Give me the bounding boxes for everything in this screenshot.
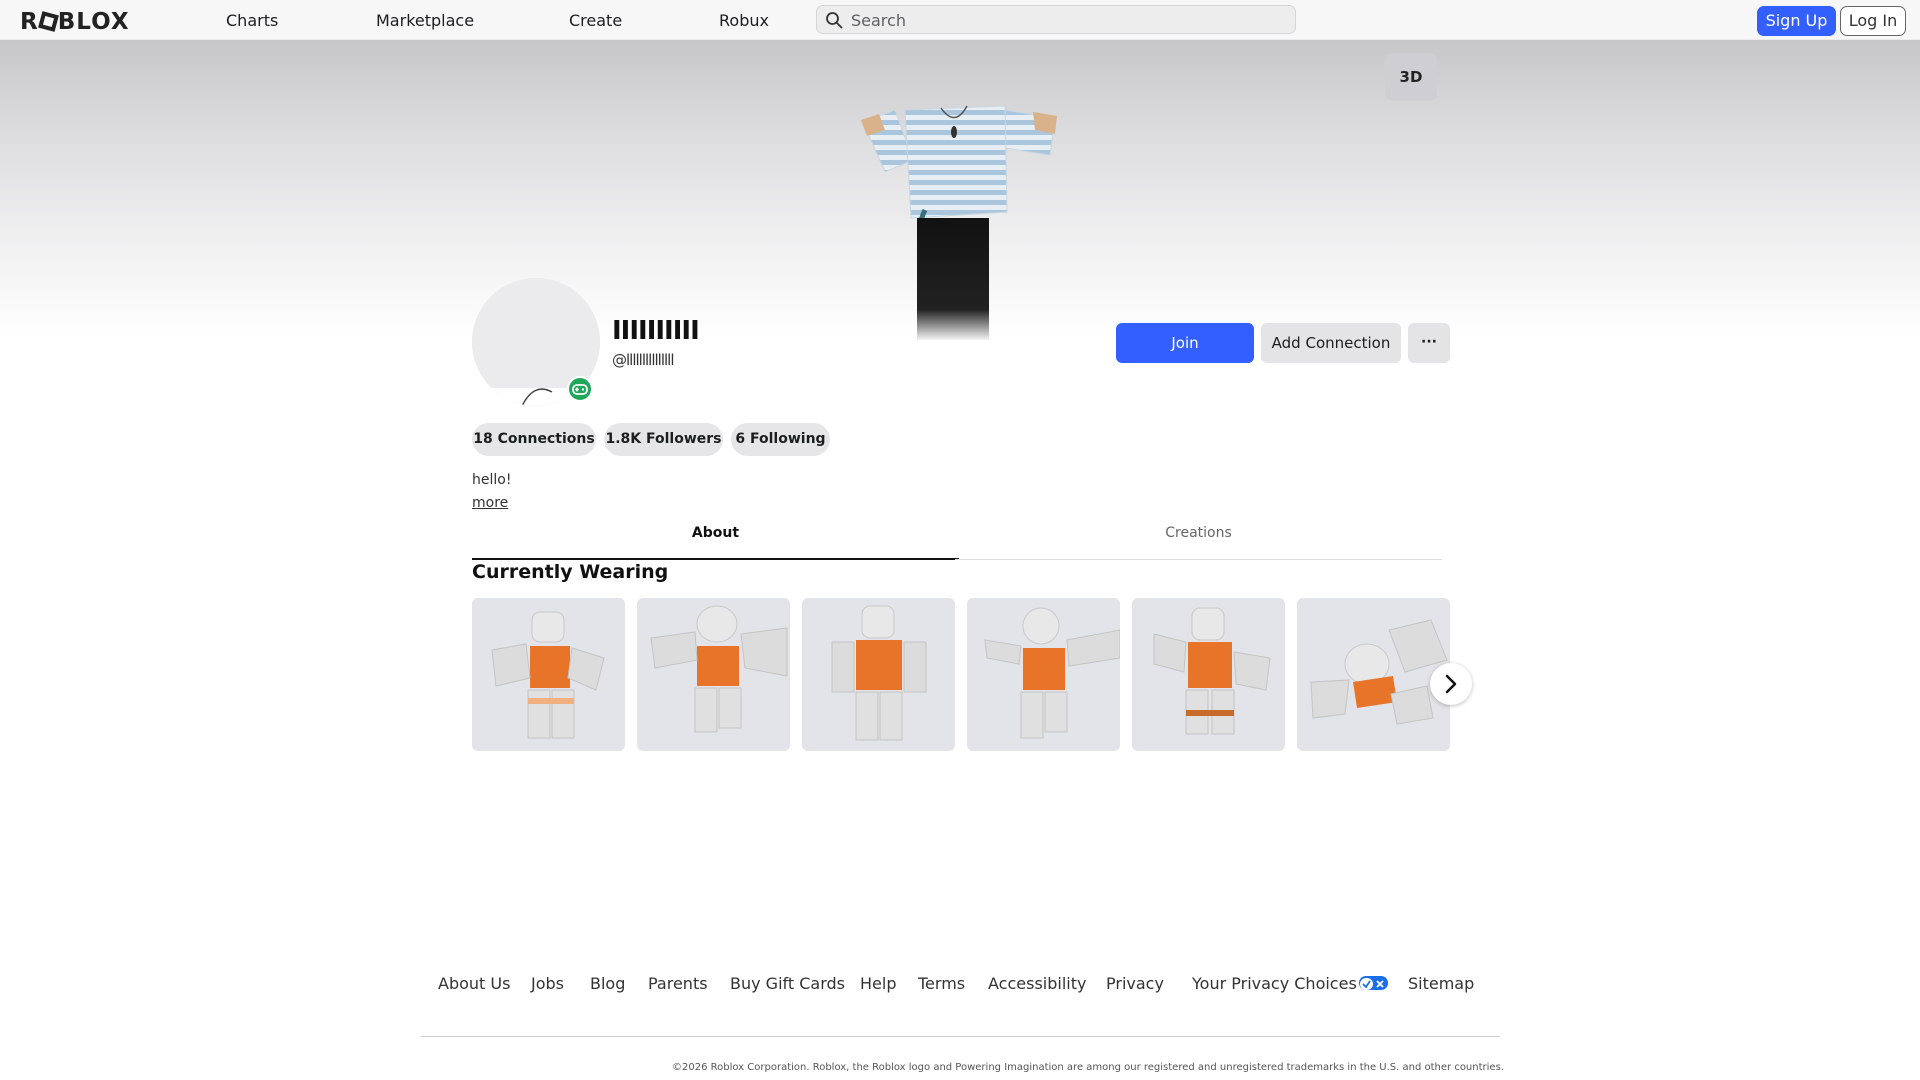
avatar-3d-render[interactable]: [855, 100, 1065, 340]
footer-divider: [421, 1036, 1500, 1037]
footer-link-terms[interactable]: Terms: [918, 974, 965, 993]
more-options-button[interactable]: ···: [1408, 323, 1450, 363]
sign-up-button[interactable]: Sign Up: [1757, 6, 1836, 36]
footer-link-parents[interactable]: Parents: [648, 974, 708, 993]
wearing-item-6[interactable]: [1297, 598, 1450, 751]
avatar-figure-1: [491, 611, 605, 739]
footer-link-accessibility[interactable]: Accessibility: [988, 974, 1086, 993]
footer-link-about-us[interactable]: About Us: [438, 974, 510, 993]
search-box[interactable]: [816, 5, 1296, 34]
view-3d-toggle-button[interactable]: 3D: [1385, 53, 1437, 101]
profile-bio: hello!: [472, 472, 512, 488]
profile-display-name: IIIIIIIIII: [612, 316, 700, 346]
nav-link-marketplace[interactable]: Marketplace: [376, 11, 474, 30]
nav-link-robux[interactable]: Robux: [719, 11, 769, 30]
footer-link-buy-gift-cards[interactable]: Buy Gift Cards: [730, 974, 845, 993]
footer-link-your-privacy-choices[interactable]: Your Privacy Choices: [1192, 974, 1388, 993]
wearing-item-1[interactable]: [472, 598, 625, 751]
wearing-item-4[interactable]: [967, 598, 1120, 751]
footer-link-jobs[interactable]: Jobs: [531, 974, 564, 993]
nav-link-charts[interactable]: Charts: [226, 11, 278, 30]
avatar-figure-4: [984, 607, 1120, 739]
footer-link-sitemap[interactable]: Sitemap: [1408, 974, 1474, 993]
footer-link-help[interactable]: Help: [860, 974, 896, 993]
wearing-item-2[interactable]: [637, 598, 790, 751]
log-in-button[interactable]: Log In: [1840, 6, 1906, 36]
avatar-figure-5: [1153, 607, 1271, 735]
wearing-item-5[interactable]: [1132, 598, 1285, 751]
copyright-notice: ©2026 Roblox Corporation. Roblox, the Ro…: [672, 1062, 1504, 1073]
game-controller-icon: [567, 376, 593, 402]
chevron-right-icon[interactable]: [1430, 663, 1472, 705]
currently-wearing-title: Currently Wearing: [472, 561, 669, 583]
top-navigation-bar: RBLOX Charts Marketplace Create Robux Si…: [0, 0, 1920, 40]
wearing-item-3[interactable]: [802, 598, 955, 751]
profile-username: @lllllllllllllll: [612, 351, 675, 369]
avatar-figure-2: [650, 605, 788, 733]
footer-link-blog[interactable]: Blog: [590, 974, 625, 993]
nav-link-create[interactable]: Create: [569, 11, 622, 30]
add-connection-button[interactable]: Add Connection: [1261, 323, 1401, 363]
search-input[interactable]: [851, 9, 1281, 31]
following-count-pill[interactable]: 6 Following: [731, 423, 830, 456]
join-game-button[interactable]: Join: [1116, 323, 1254, 363]
tab-about[interactable]: About: [472, 518, 959, 560]
privacy-choices-icon: [1358, 976, 1388, 990]
followers-count-pill[interactable]: 1.8K Followers: [604, 423, 723, 456]
avatar-figure-6: [1310, 619, 1448, 725]
connections-count-pill[interactable]: 18 Connections: [472, 423, 596, 456]
search-icon: [826, 12, 843, 29]
privacy-choices-label: Your Privacy Choices: [1192, 974, 1357, 993]
roblox-logo[interactable]: R BLOX: [20, 9, 130, 35]
tab-creations[interactable]: Creations: [955, 518, 1442, 560]
avatar-figure-3: [831, 605, 927, 741]
footer-link-privacy[interactable]: Privacy: [1106, 974, 1164, 993]
bio-more-link[interactable]: more: [472, 495, 508, 511]
